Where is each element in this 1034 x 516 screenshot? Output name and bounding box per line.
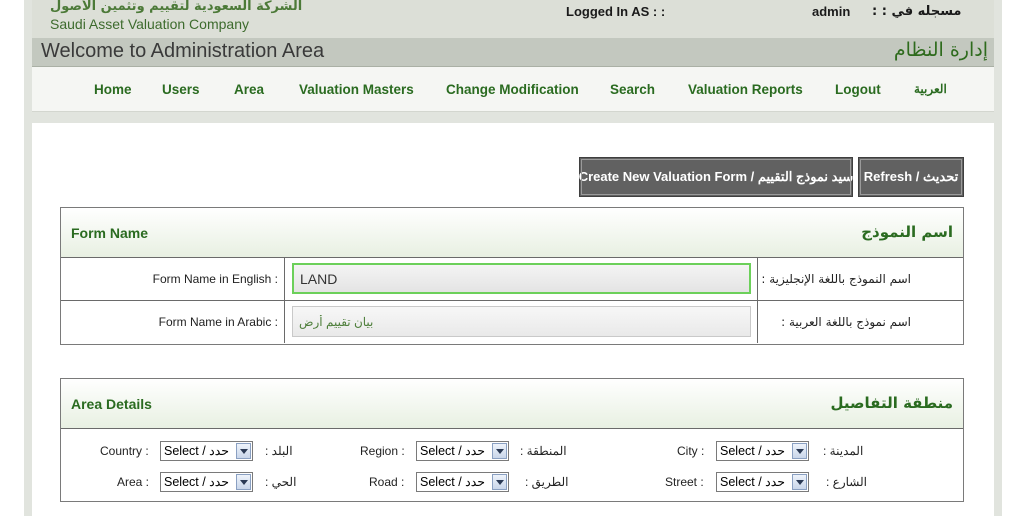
nav-logout[interactable]: Logout: [835, 82, 881, 97]
company-logo-arabic: الشركة السعودية لتقييم وتثمين الأصول: [50, 0, 303, 14]
nav-users[interactable]: Users: [162, 82, 200, 97]
area-details-row-2: Area : Select / حدد الحي : Road : Select…: [61, 472, 963, 492]
nav-home[interactable]: Home: [94, 82, 132, 97]
chevron-down-icon: [792, 443, 807, 459]
nav-valuation-masters[interactable]: Valuation Masters: [299, 82, 414, 97]
street-label: Street :: [665, 475, 704, 489]
page-title-arabic: إدارة النظام: [893, 39, 988, 61]
country-label: Country :: [100, 444, 149, 458]
logged-in-label-arabic: مسجله في : :: [872, 4, 962, 19]
road-label: Road :: [369, 475, 405, 489]
form-name-arabic-label: Form Name in Arabic :: [61, 301, 285, 343]
chevron-down-icon: [792, 474, 807, 490]
region-label: Region :: [360, 444, 405, 458]
nav-change-modification[interactable]: Change Modification: [446, 82, 579, 97]
nav-language-toggle[interactable]: العربية: [914, 82, 947, 96]
region-select[interactable]: Select / حدد: [416, 441, 509, 461]
area-details-panel: Area Details منطقة التفاصيل Country : Se…: [60, 378, 964, 502]
city-select[interactable]: Select / حدد: [716, 441, 809, 461]
nav-valuation-reports[interactable]: Valuation Reports: [688, 82, 803, 97]
form-name-panel-header: Form Name اسم النموذج: [61, 208, 963, 258]
main-content: Create New Valuation Form / سيد نموذج ال…: [32, 123, 994, 516]
area-label-arabic: الحي :: [265, 475, 297, 489]
page-title: Welcome to Administration Area: [41, 40, 325, 62]
nav-area[interactable]: Area: [234, 82, 264, 97]
form-name-panel: Form Name اسم النموذج Form Name in Engli…: [60, 207, 964, 345]
road-label-arabic: الطريق :: [525, 475, 569, 489]
form-name-arabic-row: Form Name in Arabic : اسم نموذج باللغة ا…: [61, 301, 963, 344]
region-label-arabic: المنطقة :: [520, 444, 567, 458]
chevron-down-icon: [236, 443, 251, 459]
area-details-panel-header: Area Details منطقة التفاصيل: [61, 379, 963, 429]
form-name-english-label-arabic: اسم النموذج باللغة الإنجليزية :: [757, 258, 963, 300]
form-name-english-row: Form Name in English : اسم النموذج باللغ…: [61, 258, 963, 301]
form-name-title-arabic: اسم النموذج: [861, 223, 953, 241]
area-select[interactable]: Select / حدد: [160, 472, 253, 492]
form-name-arabic-label-arabic: اسم نموذج باللغة العربية :: [757, 301, 963, 343]
form-name-arabic-input[interactable]: [292, 306, 751, 337]
area-details-row-1: Country : Select / حدد البلد : Region : …: [61, 441, 963, 461]
nav-search[interactable]: Search: [610, 82, 655, 97]
city-label: City :: [677, 444, 705, 458]
street-select[interactable]: Select / حدد: [716, 472, 809, 492]
street-label-arabic: الشارع :: [826, 475, 867, 489]
create-valuation-form-button[interactable]: Create New Valuation Form / سيد نموذج ال…: [579, 157, 853, 197]
top-bar: الشركة السعودية لتقييم وتثمين الأصول Sau…: [32, 0, 994, 38]
area-label: Area :: [117, 475, 150, 489]
city-label-arabic: المدينة :: [823, 444, 864, 458]
chevron-down-icon: [492, 443, 507, 459]
main-nav: Home Users Area Valuation Masters Change…: [32, 67, 994, 112]
username: admin: [812, 4, 851, 19]
country-select[interactable]: Select / حدد: [160, 441, 253, 461]
page-frame: الشركة السعودية لتقييم وتثمين الأصول Sau…: [24, 0, 1002, 516]
form-name-title: Form Name: [71, 225, 149, 241]
chevron-down-icon: [236, 474, 251, 490]
welcome-bar: Welcome to Administration Area إدارة الن…: [32, 38, 994, 67]
form-name-english-label: Form Name in English :: [61, 258, 285, 300]
logged-in-label: Logged In AS : :: [566, 4, 666, 19]
country-label-arabic: البلد :: [265, 444, 293, 458]
company-logo-english: Saudi Asset Valuation Company: [50, 16, 249, 32]
area-details-title-arabic: منطقة التفاصيل: [830, 394, 953, 412]
refresh-button[interactable]: Refresh / تحديث: [858, 157, 964, 197]
area-details-title: Area Details: [71, 396, 152, 412]
form-name-english-input[interactable]: [292, 263, 751, 294]
road-select[interactable]: Select / حدد: [416, 472, 509, 492]
chevron-down-icon: [492, 474, 507, 490]
